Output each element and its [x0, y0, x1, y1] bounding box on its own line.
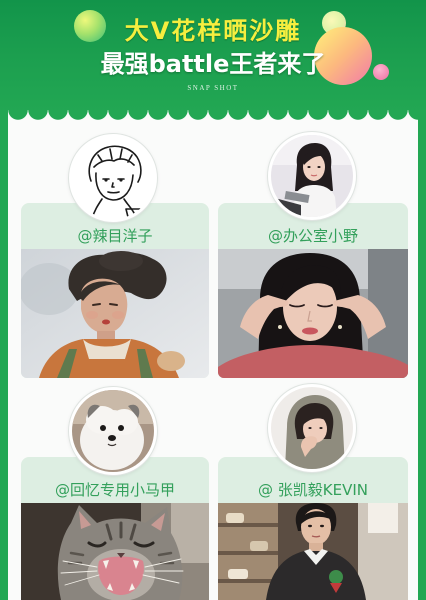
- scalloped-edge: [8, 110, 418, 121]
- woman-portrait-avatar: [271, 135, 353, 217]
- figurine-photo: [21, 249, 209, 378]
- creator-card: @ 张凯毅KEVIN: [218, 457, 408, 600]
- white-dog-avatar: [72, 390, 154, 472]
- woman-touching-eyes-photo: [218, 249, 408, 378]
- yawning-cat-photo: [21, 503, 209, 600]
- man-in-store-photo: [218, 503, 408, 600]
- poster-tagline: SNAP SHOT: [187, 84, 239, 92]
- creator-avatar: [268, 384, 356, 472]
- creator-avatar: [268, 132, 356, 220]
- creator-card: @办公室小野: [218, 203, 408, 378]
- snapshot-poster: 大V花样晒沙雕 最强battle王者来了 SNAP SHOT @辣目洋子 @办公…: [0, 0, 426, 600]
- creator-card: @辣目洋子: [21, 203, 209, 378]
- creator-avatar: [69, 134, 157, 222]
- poster-header: 大V花样晒沙雕 最强battle王者来了 SNAP SHOT: [0, 0, 426, 112]
- creator-avatar: [69, 387, 157, 475]
- cartoon-face-avatar: [72, 137, 154, 219]
- creator-card: @回忆专用小马甲: [21, 457, 209, 600]
- poster-subtitle: 最强battle王者来了: [100, 50, 326, 78]
- poster-title: 大V花样晒沙雕: [124, 17, 302, 45]
- hoodie-portrait-avatar: [271, 387, 353, 469]
